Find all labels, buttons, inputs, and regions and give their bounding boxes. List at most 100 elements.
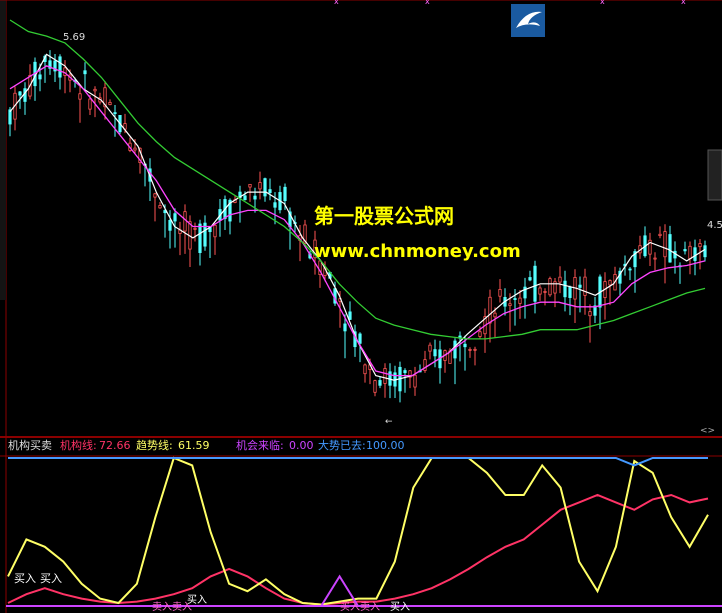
candle-body xyxy=(23,88,27,102)
signal-label-4: 买入 xyxy=(390,601,410,613)
candle-body xyxy=(363,364,367,375)
candle-body xyxy=(528,277,532,281)
svg-text:x: x xyxy=(600,0,605,6)
candle-body xyxy=(653,257,657,260)
candle-body xyxy=(583,276,587,296)
candle-body xyxy=(168,219,172,231)
candle-body xyxy=(213,224,217,238)
candle-body xyxy=(173,213,177,222)
low-price-marker: ← xyxy=(385,417,393,427)
candle-body xyxy=(253,195,257,200)
candle-body xyxy=(183,211,187,232)
candle-body xyxy=(78,93,82,100)
candle-body xyxy=(243,195,247,201)
candle-body xyxy=(58,56,62,78)
candle-body xyxy=(563,280,567,298)
signal-label-2: 买入 xyxy=(40,572,62,585)
candle-body xyxy=(158,205,162,209)
candle-body xyxy=(548,278,552,296)
legend-label-2: 趋势线: xyxy=(136,438,173,452)
candle-body xyxy=(568,286,572,298)
candle-body xyxy=(658,233,662,236)
candle-body xyxy=(348,311,352,320)
candle-body xyxy=(538,287,542,295)
candle-body xyxy=(248,183,252,188)
candle-body xyxy=(533,265,537,302)
candle-body xyxy=(268,189,272,193)
candle-body xyxy=(543,291,547,293)
candle-body xyxy=(433,349,437,357)
legend-label-4: 大势已去: xyxy=(318,438,366,452)
candle-body xyxy=(258,182,262,190)
candle-body xyxy=(513,298,517,300)
chart-canvas: x x x x 5.69 4.5 ← 第一股票公式网 www.chnmoney.com… xyxy=(0,0,722,613)
candle-body xyxy=(668,234,672,263)
candle-body xyxy=(578,284,582,288)
candle-body xyxy=(378,380,382,386)
candle-body xyxy=(113,112,117,115)
legend-label-1: 机构线: xyxy=(60,438,97,452)
candle-body xyxy=(628,268,632,271)
candle-body xyxy=(588,311,592,317)
watermark-url: www.chnmoney.com xyxy=(314,241,521,262)
right-price-label: 4.5 xyxy=(707,220,722,231)
candle-body xyxy=(193,227,197,230)
candle-body xyxy=(518,297,522,304)
left-vertical-tabs[interactable] xyxy=(0,0,6,300)
candle-body xyxy=(133,147,137,151)
candle-body xyxy=(683,249,687,252)
candle-body xyxy=(83,70,87,75)
candle-body xyxy=(493,312,497,318)
candle-body xyxy=(8,109,12,125)
candle-body xyxy=(453,340,457,359)
candle-body xyxy=(38,74,42,80)
candle-body xyxy=(703,245,707,258)
candle-body xyxy=(488,296,492,324)
candle-body xyxy=(413,374,417,388)
candle-body xyxy=(153,193,157,198)
high-price-label: 5.69 xyxy=(63,32,85,43)
candle-body xyxy=(108,101,112,106)
candle-body xyxy=(478,331,482,337)
candle-body xyxy=(358,333,362,344)
candle-body xyxy=(18,91,22,96)
scroll-arrows-icon[interactable]: <> xyxy=(700,426,715,436)
candle-body xyxy=(508,303,512,306)
candle-body xyxy=(498,289,502,297)
candle-body xyxy=(283,186,287,202)
candle-body xyxy=(198,223,202,254)
legend-value-1: 72.66 xyxy=(99,439,131,452)
svg-text:x: x xyxy=(681,0,686,6)
candle-body xyxy=(373,380,377,393)
candle-body xyxy=(693,247,697,261)
candle-body xyxy=(688,245,692,260)
watermark-title: 第一股票公式网 xyxy=(314,204,454,228)
candle-body xyxy=(698,243,702,248)
candle-body xyxy=(473,348,477,351)
candle-body xyxy=(273,202,277,208)
candle-body xyxy=(463,343,467,348)
legend-label-3: 机会来临: xyxy=(236,438,284,452)
candle-body xyxy=(403,370,407,374)
candle-body xyxy=(93,88,97,92)
indicator-name: 机构买卖 xyxy=(8,438,52,452)
signal-label-1: 买入 xyxy=(14,572,36,585)
candle-body xyxy=(558,276,562,283)
signal-label-6: 买入卖入 xyxy=(340,601,380,613)
candle-body xyxy=(263,178,267,197)
logo-icon xyxy=(511,4,545,37)
svg-text:x: x xyxy=(334,0,339,6)
svg-text:x: x xyxy=(425,0,430,6)
candle-body xyxy=(428,344,432,352)
candle-body xyxy=(663,231,667,258)
signal-label-5: 卖入卖入 xyxy=(152,601,192,613)
legend-value-2: 61.59 xyxy=(178,439,210,452)
legend-value-3: 0.00 xyxy=(289,439,314,452)
candle-body xyxy=(383,368,387,384)
candle-body xyxy=(608,280,612,286)
legend-value-4: 100.00 xyxy=(366,439,405,452)
price-scroll-handle[interactable] xyxy=(707,149,722,201)
candle-body xyxy=(468,348,472,351)
candle-body xyxy=(88,98,92,110)
candle-body xyxy=(343,323,347,332)
